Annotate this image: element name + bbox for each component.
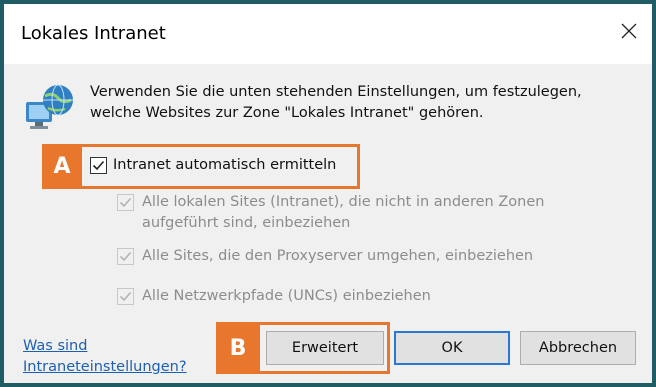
badge-a: A xyxy=(42,144,82,189)
local-sites-label: Alle lokalen Sites (Intranet), die nicht… xyxy=(142,194,545,231)
intranet-dialog: Lokales Intranet Verwenden Sie die unten… xyxy=(4,4,652,383)
close-icon xyxy=(621,23,637,39)
badge-b: B xyxy=(216,322,260,374)
proxy-bypass-option: Alle Sites, die den Proxyserver umgehen,… xyxy=(117,246,533,267)
checkmark-icon xyxy=(119,251,132,262)
proxy-bypass-label: Alle Sites, die den Proxyserver umgehen,… xyxy=(142,248,534,264)
local-sites-option: Alle lokalen Sites (Intranet), die nicht… xyxy=(117,192,587,234)
dialog-title: Lokales Intranet xyxy=(21,23,166,44)
local-sites-checkbox xyxy=(117,194,134,211)
title-bar: Lokales Intranet xyxy=(4,4,652,64)
checkmark-icon xyxy=(119,197,132,208)
close-button[interactable] xyxy=(606,10,652,52)
checkmark-icon xyxy=(119,291,132,302)
ok-button[interactable]: OK xyxy=(394,331,510,365)
intro-text: Verwenden Sie die unten stehenden Einste… xyxy=(90,84,582,121)
globe-computer-icon xyxy=(26,84,73,129)
cancel-button[interactable]: Abbrechen xyxy=(520,331,636,365)
unc-paths-option: Alle Netzwerkpfade (UNCs) einbeziehen xyxy=(117,286,431,307)
highlight-box-a xyxy=(42,144,360,189)
unc-paths-checkbox xyxy=(117,288,134,305)
unc-paths-label: Alle Netzwerkpfade (UNCs) einbeziehen xyxy=(142,288,431,304)
proxy-bypass-checkbox xyxy=(117,248,134,265)
help-link[interactable]: Was sind Intraneteinstellungen? xyxy=(23,336,203,378)
